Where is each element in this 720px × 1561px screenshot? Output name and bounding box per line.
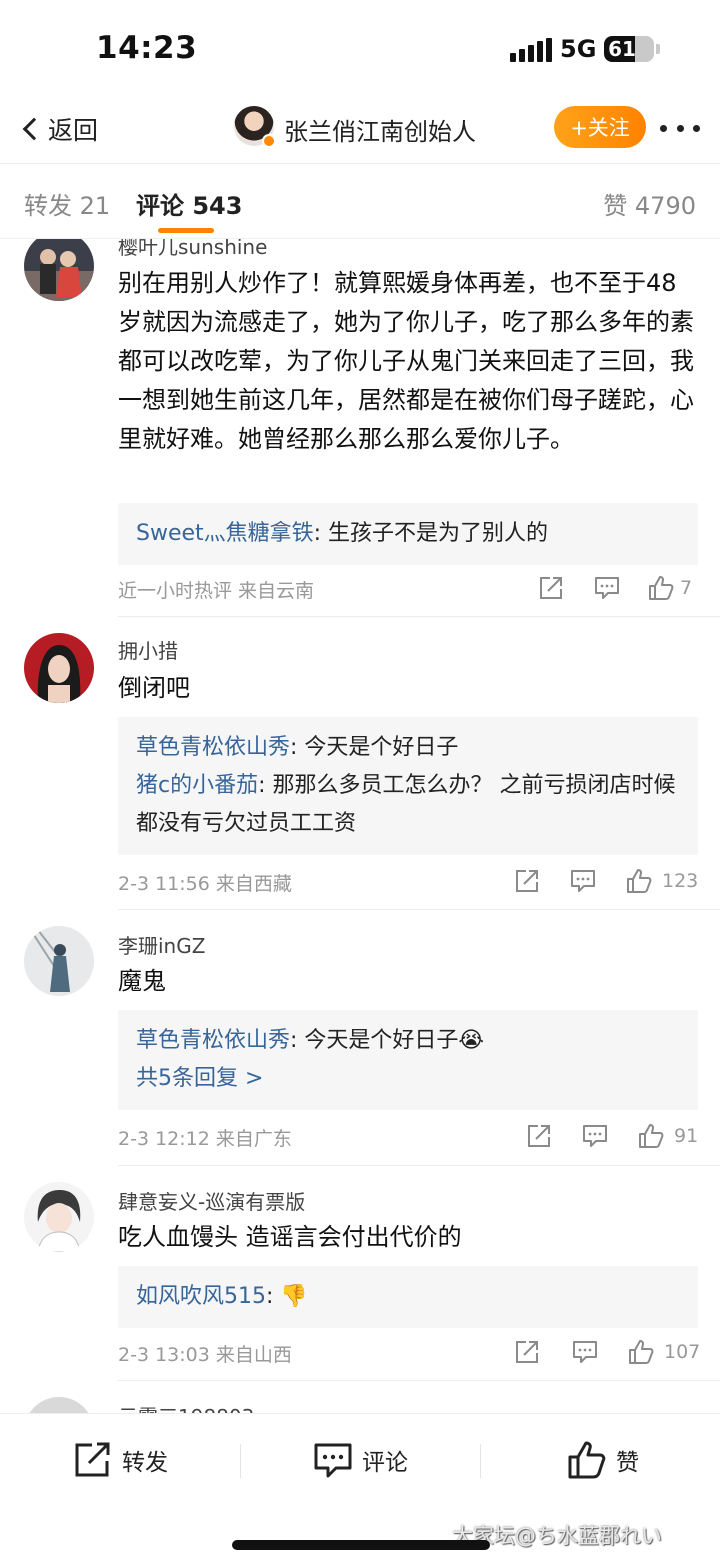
comment-text: 吃人血馒头 造谣言会付出代价的 xyxy=(118,1223,462,1251)
comment-actions: 91 xyxy=(520,1123,699,1153)
repost-label: 转发 xyxy=(122,1450,168,1476)
repost-button[interactable]: 转发 xyxy=(74,1438,168,1482)
bottom-action-bar: 转发 评论 赞 大家坛@ち水蓝郡れい xyxy=(0,1413,720,1561)
tab-bar: 转发 21 评论 543 赞 4790 xyxy=(0,164,720,238)
like-icon[interactable] xyxy=(638,1123,664,1149)
back-button[interactable]: 返回 xyxy=(18,108,98,150)
comment-divider xyxy=(118,616,720,617)
verified-badge-icon xyxy=(262,134,276,148)
tab-repost[interactable]: 转发 21 xyxy=(24,186,110,221)
comment-text: 魔鬼 xyxy=(118,967,166,995)
status-time: 14:23 xyxy=(96,30,198,66)
user-avatar[interactable] xyxy=(24,926,94,996)
comment-username[interactable]: 云霄三198803 xyxy=(118,1401,254,1413)
more-options-icon[interactable] xyxy=(660,116,700,140)
like-icon xyxy=(568,1441,606,1479)
signal-icon xyxy=(510,38,552,62)
reply-text: : 今天是个好日子 xyxy=(290,1028,459,1053)
reply-box[interactable]: 草色青松依山秀: 今天是个好日子😭 共5条回复 > xyxy=(118,1010,698,1110)
comment-username[interactable]: 樱叶儿sunshine xyxy=(118,239,267,260)
follow-button[interactable]: +关注 xyxy=(554,106,646,148)
comment-actions: 107 xyxy=(516,1339,700,1369)
user-avatar[interactable] xyxy=(24,1397,94,1413)
reply-username[interactable]: 猪c的小番茄 xyxy=(136,773,258,798)
tab-active-indicator xyxy=(158,228,214,233)
tab-like[interactable]: 赞 4790 xyxy=(603,186,696,221)
reply-line: 草色青松依山秀: 今天是个好日子 xyxy=(136,729,680,767)
comment-meta: 2-3 13:03 来自山西 xyxy=(118,1344,292,1366)
more-replies-link[interactable]: 共5条回复 > xyxy=(136,1060,680,1098)
reply-icon[interactable] xyxy=(572,1339,598,1365)
like-count: 107 xyxy=(664,1341,701,1363)
comment-meta: 2-3 11:56 来自西藏 xyxy=(118,873,292,895)
separator xyxy=(240,1444,241,1478)
like-label: 赞 xyxy=(616,1450,639,1476)
reply-box[interactable]: 草色青松依山秀: 今天是个好日子 猪c的小番茄: 那那么多员工怎么办？ 之前亏损… xyxy=(118,717,698,855)
comment-actions: 7 xyxy=(520,575,696,605)
nav-bar: 返回 张兰俏江南创始人 +关注 xyxy=(0,96,720,162)
reply-icon[interactable] xyxy=(582,1123,608,1149)
battery-cap xyxy=(656,44,660,54)
share-icon[interactable] xyxy=(526,1123,552,1149)
like-count: 7 xyxy=(680,577,693,599)
network-type: 5G xyxy=(560,35,597,63)
share-icon xyxy=(75,1442,110,1477)
thumbs-down-emoji-icon: 👎 xyxy=(280,1284,308,1309)
like-icon[interactable] xyxy=(628,1339,654,1365)
like-button[interactable]: 赞 xyxy=(568,1438,639,1482)
reply-box[interactable]: Sweet灬焦糖拿铁: 生孩子不是为了别人的 xyxy=(118,503,698,565)
comment-meta: 2-3 12:12 来自广东 xyxy=(118,1128,292,1150)
reply-username[interactable]: Sweet灬焦糖拿铁 xyxy=(136,521,314,546)
user-avatar[interactable] xyxy=(24,239,94,301)
comment-username[interactable]: 拥小措 xyxy=(118,635,178,664)
comment-divider xyxy=(118,1380,720,1381)
user-avatar[interactable] xyxy=(24,633,94,703)
user-avatar[interactable] xyxy=(24,1182,94,1252)
reply-icon[interactable] xyxy=(570,868,596,894)
reply-username[interactable]: 草色青松依山秀 xyxy=(136,735,290,760)
reply-text: : 生孩子不是为了别人的 xyxy=(313,521,549,546)
comment-meta: 近一小时热评 来自云南 xyxy=(118,580,315,602)
comment-username[interactable]: 肆意妄义-巡演有票版 xyxy=(118,1186,305,1215)
comment-divider xyxy=(118,1165,720,1166)
comment-text: 倒闭吧 xyxy=(118,674,190,702)
battery-icon: 61 xyxy=(604,36,654,62)
reply-line: 猪c的小番茄: 那那么多员工怎么办？ 之前亏损闭店时候都没有亏欠过员工工资 xyxy=(136,767,680,843)
reply-line: 草色青松依山秀: 今天是个好日子😭 xyxy=(136,1022,680,1060)
reply-box[interactable]: 如风吹风515: 👎 xyxy=(118,1266,698,1328)
comment-username[interactable]: 李珊inGZ xyxy=(118,930,205,959)
like-icon[interactable] xyxy=(626,868,652,894)
share-icon[interactable] xyxy=(538,575,564,601)
comment-button[interactable]: 评论 xyxy=(314,1438,408,1482)
comment-divider xyxy=(118,909,720,910)
reply-text: : 今天是个好日子 xyxy=(290,735,459,760)
comment-text: 别在用别人炒作了！就算熙媛身体再差，也不至于48岁就因为流感走了，她为了你儿子，… xyxy=(118,269,694,453)
reply-username[interactable]: 如风吹风515 xyxy=(136,1284,266,1309)
battery-level: 61 xyxy=(608,37,636,61)
like-count: 91 xyxy=(674,1125,699,1147)
back-label: 返回 xyxy=(48,116,99,145)
status-bar: 14:23 5G 61 xyxy=(0,0,720,96)
share-icon[interactable] xyxy=(514,868,540,894)
crying-emoji-icon: 😭 xyxy=(458,1028,485,1053)
home-indicator[interactable] xyxy=(232,1540,490,1550)
like-icon[interactable] xyxy=(648,575,674,601)
reply-icon[interactable] xyxy=(594,575,620,601)
comment-label: 评论 xyxy=(362,1450,408,1476)
reply-username[interactable]: 草色青松依山秀 xyxy=(136,1028,290,1053)
reply-text: : xyxy=(266,1284,281,1309)
separator xyxy=(480,1444,481,1478)
comment-icon xyxy=(314,1443,352,1478)
share-icon[interactable] xyxy=(514,1339,540,1365)
like-count: 123 xyxy=(662,870,699,892)
back-chevron-icon xyxy=(22,117,46,141)
author-name[interactable]: 张兰俏江南创始人 xyxy=(284,112,476,147)
comment-actions: 123 xyxy=(516,868,699,898)
tab-comment[interactable]: 评论 543 xyxy=(136,186,242,221)
comment-feed[interactable]: 樱叶儿sunshine 别在用别人炒作了！就算熙媛身体再差，也不至于48岁就因为… xyxy=(0,239,720,1413)
